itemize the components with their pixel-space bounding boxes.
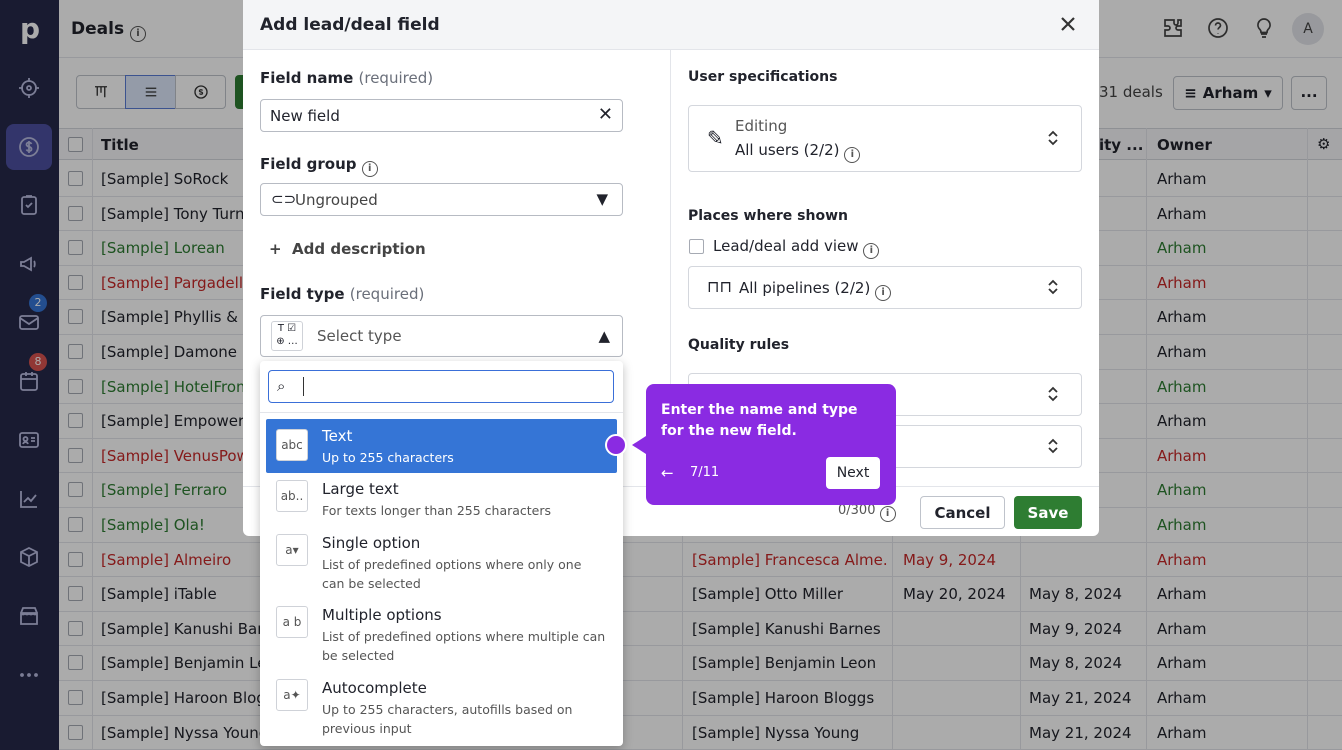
info-icon[interactable]: i [361,161,378,177]
field-type-option[interactable]: a▾ Single option List of predefined opti… [266,526,617,596]
modal-header: Add lead/deal field [243,0,1099,50]
field-type-select[interactable]: T ☑ ⊕ … Select type ▲ [260,315,623,357]
field-type-option[interactable]: a b Multiple options List of predefined … [266,598,617,668]
option-description: List of predefined options where multipl… [322,629,606,663]
option-title: Multiple options [322,606,442,624]
sort-icon [1045,279,1061,299]
clear-icon[interactable]: ✕ [598,104,613,125]
pencil-icon: ✎ [707,126,724,150]
save-button[interactable]: Save [1014,496,1082,529]
field-type-option[interactable]: ab.. Large text For texts longer than 25… [266,472,617,524]
option-description: Up to 255 characters, autofills based on… [322,702,573,736]
back-arrow-icon[interactable]: ← [661,464,674,482]
option-title: Autocomplete [322,679,427,697]
option-description: For texts longer than 255 characters [322,503,552,518]
option-title: Large text [322,480,399,498]
search-icon: ⌕ [277,377,286,395]
modal-title: Add lead/deal field [260,15,440,35]
option-title: Text [322,427,353,445]
char-count: 0/300 i [838,503,896,522]
field-type-icon: abc [276,429,308,461]
places-title: Places where shown [688,208,848,224]
tooltip-text: Enter the name and type for the new fiel… [661,402,858,439]
field-type-option[interactable]: abc Text Up to 255 characters [266,419,617,473]
lead-add-view-checkbox[interactable] [689,239,704,254]
plus-icon: + [269,240,282,258]
pipelines-select[interactable]: ⊓⊓ All pipelines (2/2) i [688,266,1082,309]
quality-title: Quality rules [688,337,790,353]
field-group-select[interactable]: ⊂⊃ Ungrouped ▼ [260,183,623,216]
close-icon[interactable] [1059,15,1079,35]
info-icon[interactable]: i [875,285,892,301]
option-title: Single option [322,534,421,552]
option-description: List of predefined options where only on… [322,557,582,591]
info-icon[interactable]: i [844,147,861,163]
field-name-label: Field name (required) [260,69,434,87]
option-description: Up to 255 characters [322,450,454,465]
text-cursor [303,377,304,396]
search-input[interactable]: ⌕ [268,370,614,403]
sort-icon [1045,438,1061,458]
user-spec-title: User specifications [688,69,838,85]
caret-up-icon: ▲ [598,327,610,345]
field-group-label: Field group i [260,155,378,177]
coachmark-dot [605,434,627,456]
sort-icon [1045,386,1061,406]
field-types-icon: T ☑ ⊕ … [271,321,303,351]
onboarding-tooltip: Enter the name and type for the new fiel… [646,384,896,505]
field-type-option[interactable]: a✦ Autocomplete Up to 255 characters, au… [266,671,617,741]
cancel-button[interactable]: Cancel [920,496,1005,529]
field-type-label: Field type (required) [260,285,425,303]
info-icon[interactable]: i [863,243,880,259]
lead-add-view-label: Lead/deal add view i [713,237,880,259]
field-name-input[interactable]: New field ✕ [260,99,623,132]
info-icon[interactable]: i [879,506,896,522]
pipelines-value: All pipelines (2/2) i [739,279,892,301]
add-description-button[interactable]: + Add description [269,240,426,258]
caret-down-icon: ▼ [596,190,608,208]
coachmark-arrow [632,436,646,454]
field-type-icon: ab.. [276,480,308,512]
group-icon: ⊂⊃ [271,190,297,208]
next-button[interactable]: Next [826,457,880,489]
sort-icon [1045,130,1061,150]
step-counter: 7/11 [690,465,720,480]
editing-permission-select[interactable]: ✎ Editing All users (2/2) i [688,105,1082,172]
field-type-icon: a b [276,606,308,638]
pipeline-icon: ⊓⊓ [707,277,732,296]
editing-value: All users (2/2) i [735,141,861,163]
field-type-dropdown: ⌕ abc Text Up to 255 characters ab.. Larg… [260,361,623,746]
field-type-icon: a▾ [276,534,308,566]
field-type-icon: a✦ [276,679,308,711]
